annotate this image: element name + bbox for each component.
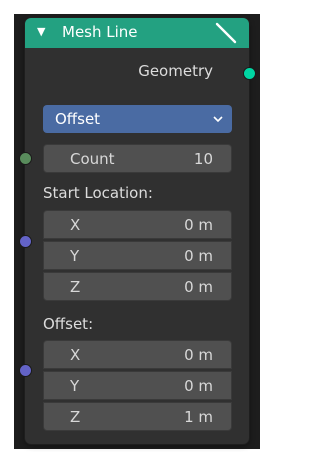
count-label: Count [70, 150, 115, 168]
offset-x-label: X [70, 346, 81, 364]
offset-label: Offset: [43, 315, 94, 333]
offset-y-field[interactable]: Y 0 m [43, 371, 232, 400]
offset-x-field[interactable]: X 0 m [43, 340, 232, 369]
offset-z-field[interactable]: Z 1 m [43, 402, 232, 431]
start-location-x-value: 0 m [184, 216, 213, 234]
count-value: 10 [193, 150, 213, 168]
start-location-z-label: Z [70, 278, 81, 296]
count-input-socket[interactable] [19, 152, 32, 165]
offset-input-socket[interactable] [19, 364, 32, 377]
offset-y-value: 0 m [184, 377, 213, 395]
start-location-label: Start Location: [43, 184, 153, 202]
chevron-down-icon[interactable]: ▼ [37, 25, 45, 38]
start-location-y-field[interactable]: Y 0 m [43, 241, 232, 270]
geometry-output-socket[interactable] [243, 67, 256, 80]
start-location-input-socket[interactable] [19, 235, 32, 248]
start-location-x-label: X [70, 216, 81, 234]
start-location-y-label: Y [70, 247, 80, 265]
mesh-line-node[interactable]: ▼ Mesh Line Geometry Offset Count 10 Sta… [19, 18, 256, 444]
node-header[interactable]: ▼ Mesh Line [25, 18, 249, 48]
node-title: Mesh Line [62, 23, 138, 41]
offset-y-label: Y [70, 377, 80, 395]
caret-down-icon [213, 116, 223, 123]
offset-z-value: 1 m [184, 408, 213, 426]
output-geometry-label: Geometry [138, 62, 213, 80]
mode-dropdown-value: Offset [55, 110, 101, 128]
count-field[interactable]: Count 10 [43, 144, 232, 173]
offset-z-label: Z [70, 408, 81, 426]
start-location-y-value: 0 m [184, 247, 213, 265]
offset-x-value: 0 m [184, 346, 213, 364]
start-location-z-field[interactable]: Z 0 m [43, 272, 232, 301]
mode-dropdown[interactable]: Offset [43, 105, 232, 133]
start-location-x-field[interactable]: X 0 m [43, 210, 232, 239]
start-location-z-value: 0 m [184, 278, 213, 296]
mesh-line-icon [215, 22, 237, 44]
